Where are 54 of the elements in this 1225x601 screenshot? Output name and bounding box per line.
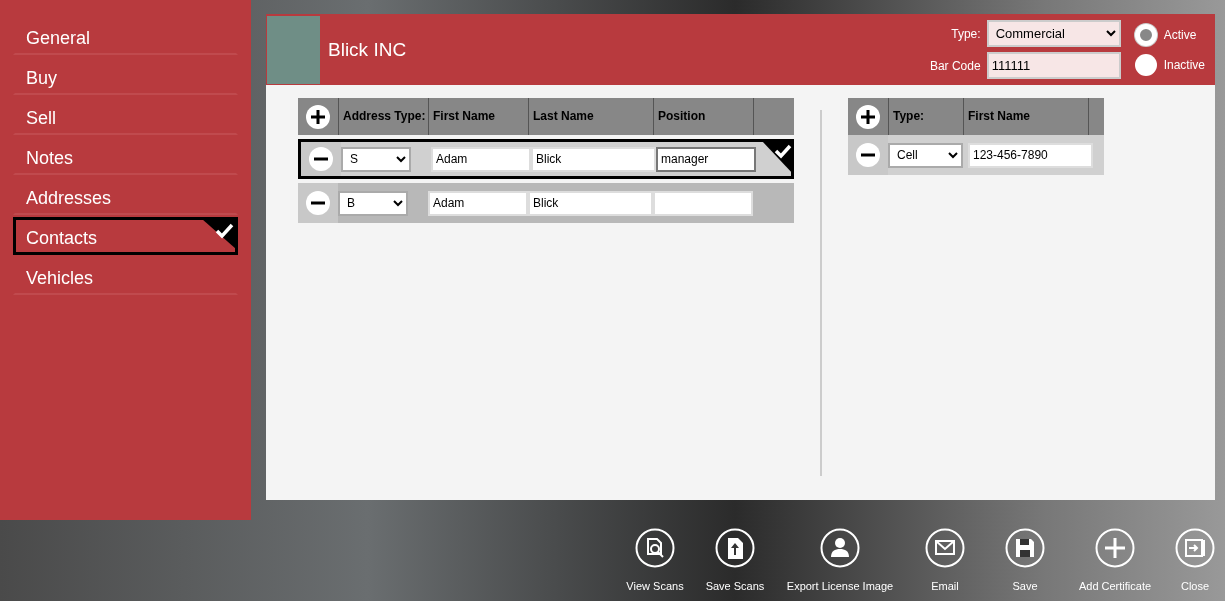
document-search-icon[interactable] — [635, 528, 675, 568]
plus-icon[interactable] — [1095, 528, 1135, 568]
column-header: Address Type: — [339, 98, 429, 135]
add-icon[interactable] — [306, 104, 330, 129]
remove-icon[interactable] — [856, 143, 880, 167]
toolbar-label: Save Scans — [705, 580, 765, 592]
type-label: Type: — [951, 26, 981, 41]
radio-label: Active — [1163, 27, 1197, 42]
checkmark-corner-icon — [202, 219, 236, 249]
address-type-dropdown[interactable]: S — [341, 146, 411, 172]
radio-button[interactable] — [1134, 23, 1157, 46]
sidebar-item[interactable]: Sell — [13, 97, 238, 135]
barcode-label: Bar Code — [929, 58, 981, 73]
position-field[interactable]: manager — [656, 146, 756, 172]
first-name-field[interactable]: Adam — [428, 190, 528, 216]
checkmark-corner-icon — [760, 139, 794, 175]
phone-number-field[interactable]: 123-456-7890 — [968, 142, 1093, 168]
column-header: First Name — [429, 98, 529, 135]
toolbar-label: Email — [931, 580, 959, 592]
company-name: Blick INC — [328, 38, 408, 61]
sidebar-item[interactable]: Buy — [13, 57, 238, 95]
person-icon[interactable] — [820, 528, 860, 568]
address-type-dropdown[interactable]: B — [338, 190, 408, 216]
toolbar-label: Save — [1012, 580, 1038, 592]
sidebar-item[interactable]: Addresses — [13, 177, 238, 215]
photo-placeholder — [267, 15, 320, 84]
floppy-disk-icon[interactable] — [1005, 528, 1045, 568]
toolbar-label: Close — [1180, 580, 1210, 592]
toolbar-label: Export License Image — [786, 580, 894, 592]
sidebar-item[interactable]: General — [13, 17, 238, 55]
add-icon[interactable] — [856, 104, 880, 129]
column-header: Last Name — [529, 98, 654, 135]
table-row[interactable]: B Adam Blick — [298, 183, 794, 223]
radio-label: Inactive — [1163, 57, 1205, 72]
position-field[interactable] — [653, 190, 753, 216]
envelope-icon[interactable] — [925, 528, 965, 568]
type-dropdown[interactable]: Commercial — [986, 20, 1121, 47]
last-name-field[interactable]: Blick — [528, 190, 653, 216]
barcode-field[interactable]: 111111 — [986, 52, 1121, 79]
radio-button[interactable] — [1134, 53, 1157, 76]
sidebar-item[interactable]: Notes — [13, 137, 238, 175]
exit-icon[interactable] — [1175, 528, 1215, 568]
column-header: Position — [654, 98, 754, 135]
first-name-field[interactable]: Adam — [431, 146, 531, 172]
toolbar-label: View Scans — [626, 580, 684, 592]
sidebar-item[interactable]: Contacts — [13, 217, 238, 255]
phone-type-dropdown[interactable]: Cell — [888, 142, 963, 168]
document-upload-icon[interactable] — [715, 528, 755, 568]
sidebar-item[interactable]: Vehicles — [13, 257, 238, 295]
toolbar-label: Add Certificate — [1078, 580, 1152, 592]
remove-icon[interactable] — [309, 147, 333, 171]
last-name-field[interactable]: Blick — [531, 146, 656, 172]
table-row[interactable]: S Adam Blick manager — [298, 139, 794, 179]
remove-icon[interactable] — [306, 191, 330, 215]
